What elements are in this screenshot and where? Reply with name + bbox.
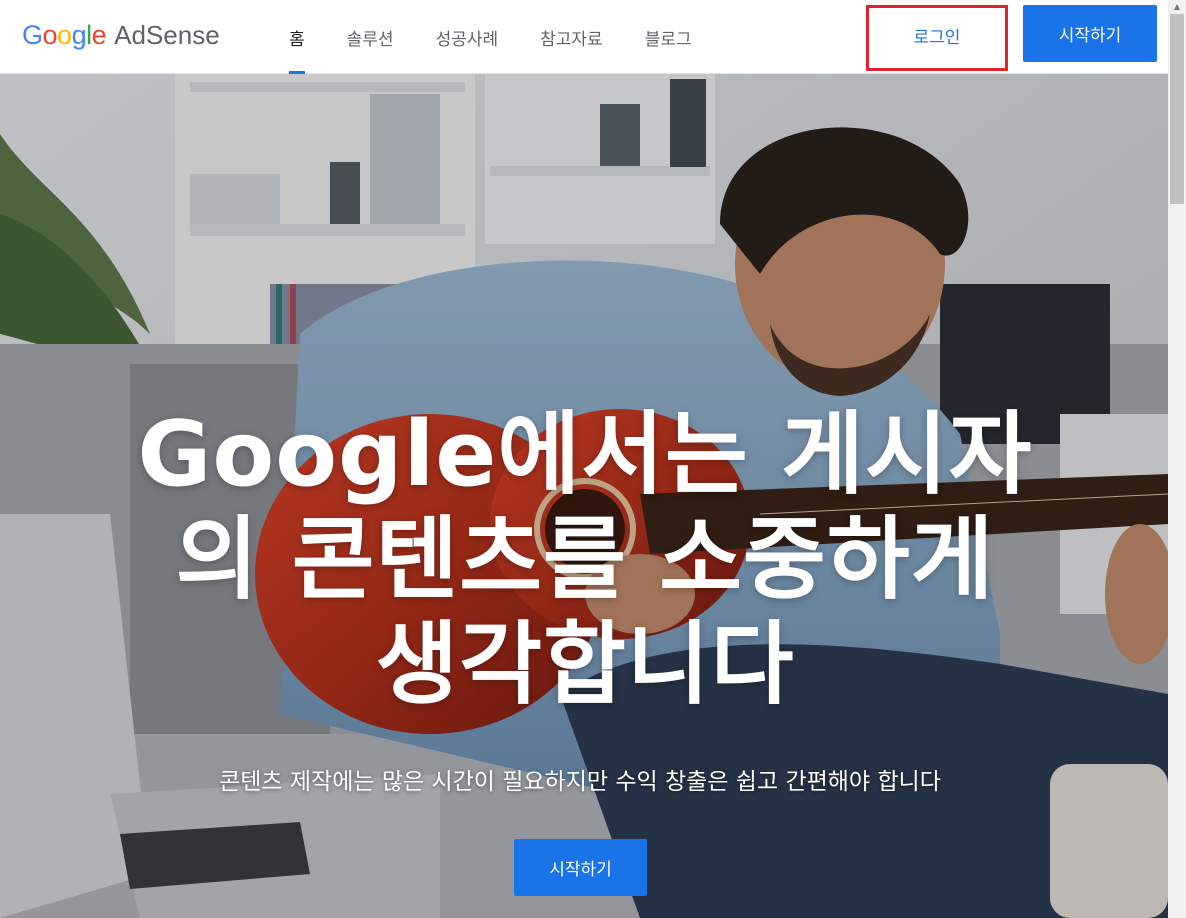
header-start-button[interactable]: 시작하기 (1023, 5, 1157, 62)
main-nav: 홈 솔루션 성공사례 참고자료 블로그 (274, 0, 707, 74)
nav-item-resources[interactable]: 참고자료 (525, 0, 618, 74)
hero-start-button[interactable]: 시작하기 (514, 839, 647, 896)
scroll-thumb[interactable] (1170, 14, 1184, 204)
nav-item-solutions[interactable]: 솔루션 (332, 0, 409, 74)
scroll-up-arrow-icon[interactable]: ▲ (1168, 0, 1186, 14)
hero-section: Google에서는 게시자 의 콘텐츠를 소중하게 생각합니다 콘텐츠 제작에는… (0, 74, 1168, 918)
page-scrollbar[interactable]: ▲ (1168, 0, 1186, 918)
nav-item-blog[interactable]: 블로그 (630, 0, 707, 74)
hero-title-line: Google에서는 게시자 (137, 402, 1033, 507)
logo-product-name: AdSense (114, 20, 220, 50)
logo-letter: o (57, 20, 72, 50)
hero-subtitle: 콘텐츠 제작에는 많은 시간이 필요하지만 수익 창출은 쉽고 간편해야 합니다 (219, 769, 941, 795)
google-adsense-logo[interactable]: Google AdSense (22, 17, 220, 53)
hero-title: Google에서는 게시자 의 콘텐츠를 소중하게 생각합니다 (100, 402, 1070, 717)
login-button[interactable]: 로그인 (866, 5, 1008, 71)
hero-title-line: 생각합니다 (375, 612, 795, 717)
site-header: Google AdSense 홈 솔루션 성공사례 참고자료 블로그 로그인 시… (0, 0, 1168, 74)
logo-letter: G (22, 20, 43, 50)
hero-title-line: 의 콘텐츠를 소중하게 (175, 507, 995, 612)
logo-letter: e (91, 20, 107, 50)
logo-letter: o (42, 20, 58, 50)
nav-item-success-stories[interactable]: 성공사례 (421, 0, 514, 74)
nav-item-home[interactable]: 홈 (274, 0, 320, 74)
logo-letter: g (71, 20, 87, 50)
logo-google-wordmark: Google (22, 17, 107, 53)
